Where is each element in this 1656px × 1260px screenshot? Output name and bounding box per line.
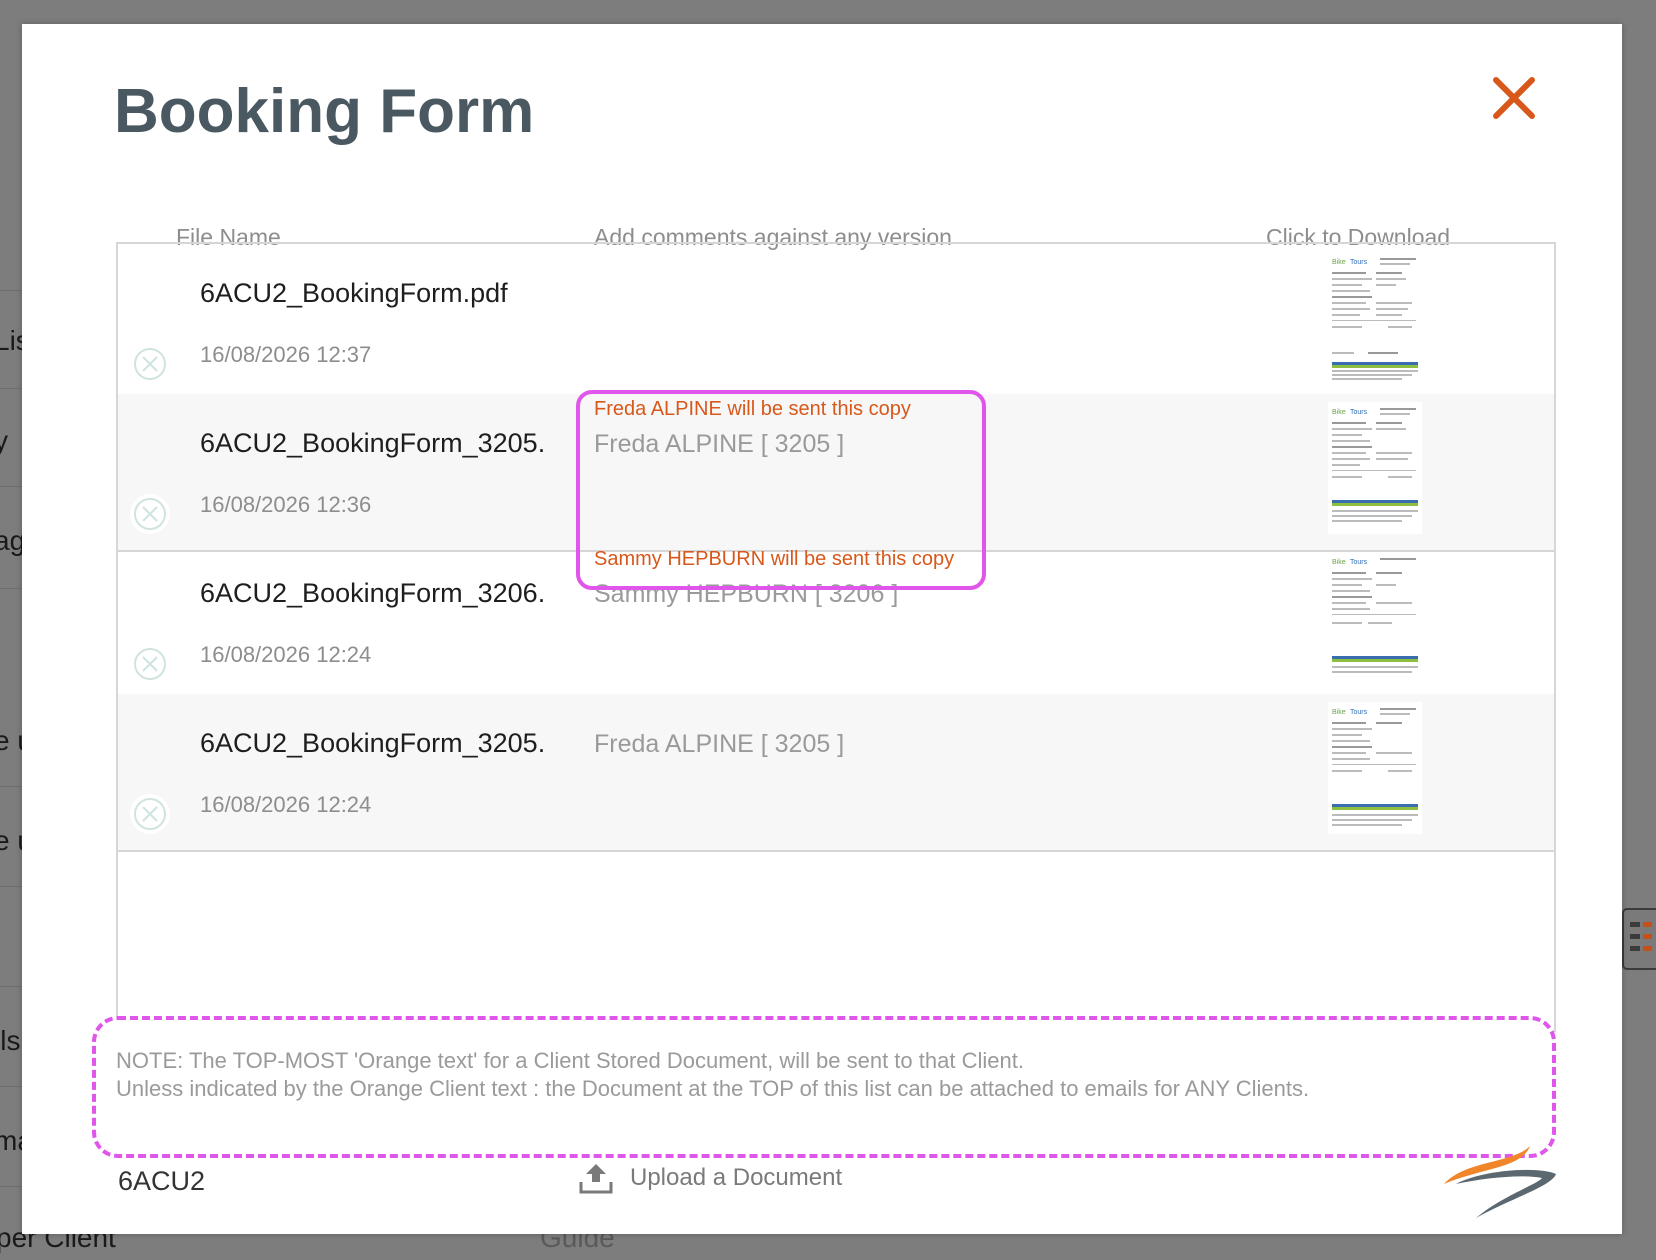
file-name: 6ACU2_BookingForm_3206. — [200, 578, 546, 608]
file-version-list: 6ACU2_BookingForm.pdf 16/08/2026 12:37 B… — [116, 242, 1556, 1032]
delete-circle-x-icon — [134, 648, 166, 680]
close-button[interactable] — [1486, 70, 1542, 126]
file-name: 6ACU2_BookingForm_3205. — [200, 428, 546, 458]
background-text-fragment: ils — [0, 1025, 21, 1056]
background-text-fragment: y — [0, 425, 8, 456]
file-name: 6ACU2_BookingForm_3205. — [200, 728, 546, 758]
delete-version-button[interactable] — [130, 644, 170, 684]
svg-text:Tours: Tours — [1350, 259, 1368, 266]
file-date: 16/08/2026 12:24 — [200, 642, 372, 667]
delete-circle-x-icon — [134, 798, 166, 830]
note-box: NOTE: The TOP-MOST 'Orange text' for a C… — [92, 1016, 1556, 1158]
download-thumbnail[interactable]: Bike Tours — [1328, 552, 1422, 684]
mobile-view-icon — [1622, 908, 1656, 970]
file-row: 6ACU2_BookingForm_3205. 16/08/2026 12:36… — [118, 394, 1554, 552]
client-send-note: Sammy HEPBURN will be sent this copy — [594, 548, 955, 570]
delete-circle-x-icon — [134, 348, 166, 380]
download-thumbnail[interactable]: Bike Tours — [1328, 702, 1422, 834]
delete-version-button[interactable] — [130, 794, 170, 834]
document-thumbnail-icon: Bike Tours — [1328, 702, 1422, 834]
document-thumbnail-icon: Bike Tours — [1328, 402, 1422, 534]
booking-form-modal: Booking Form File Name Add comments agai… — [22, 24, 1622, 1234]
client-comment[interactable]: Freda ALPINE [ 3205 ] — [594, 730, 844, 759]
svg-text:Tours: Tours — [1350, 709, 1368, 716]
svg-text:Bike: Bike — [1332, 709, 1346, 716]
file-name: 6ACU2_BookingForm.pdf — [200, 278, 508, 308]
delete-version-button[interactable] — [130, 344, 170, 384]
svg-text:Bike: Bike — [1332, 409, 1346, 416]
svg-text:Bike: Bike — [1332, 259, 1346, 266]
file-date: 16/08/2026 12:24 — [200, 792, 372, 817]
delete-circle-x-icon — [134, 498, 166, 530]
delete-version-button[interactable] — [130, 494, 170, 534]
file-row: 6ACU2_BookingForm_3206. 16/08/2026 12:24… — [118, 544, 1554, 702]
svg-text:Tours: Tours — [1350, 409, 1368, 416]
document-thumbnail-icon: Bike Tours — [1328, 252, 1422, 384]
document-thumbnail-icon: Bike Tours — [1328, 552, 1422, 684]
upload-icon — [579, 1164, 613, 1194]
booking-reference-code: 6ACU2 — [118, 1166, 206, 1196]
close-x-icon — [1493, 77, 1535, 119]
client-comment[interactable]: Sammy HEPBURN [ 3206 ] — [594, 580, 898, 609]
file-row: 6ACU2_BookingForm.pdf 16/08/2026 12:37 B… — [118, 244, 1554, 402]
swoosh-logo-icon — [1442, 1138, 1562, 1220]
download-thumbnail[interactable]: Bike Tours — [1328, 252, 1422, 384]
file-row: 6ACU2_BookingForm_3205. 16/08/2026 12:24… — [118, 694, 1554, 852]
file-date: 16/08/2026 12:37 — [200, 342, 372, 367]
upload-label: Upload a Document — [630, 1164, 843, 1191]
svg-text:Bike: Bike — [1332, 559, 1346, 566]
modal-title: Booking Form — [114, 77, 535, 146]
download-thumbnail[interactable]: Bike Tours — [1328, 402, 1422, 534]
client-send-note: Freda ALPINE will be sent this copy — [594, 398, 911, 420]
note-line: NOTE: The TOP-MOST 'Orange text' for a C… — [116, 1048, 1024, 1073]
client-comment[interactable]: Freda ALPINE [ 3205 ] — [594, 430, 844, 459]
note-line: Unless indicated by the Orange Client te… — [116, 1076, 1310, 1101]
svg-text:Tours: Tours — [1350, 559, 1368, 566]
file-date: 16/08/2026 12:36 — [200, 492, 372, 517]
